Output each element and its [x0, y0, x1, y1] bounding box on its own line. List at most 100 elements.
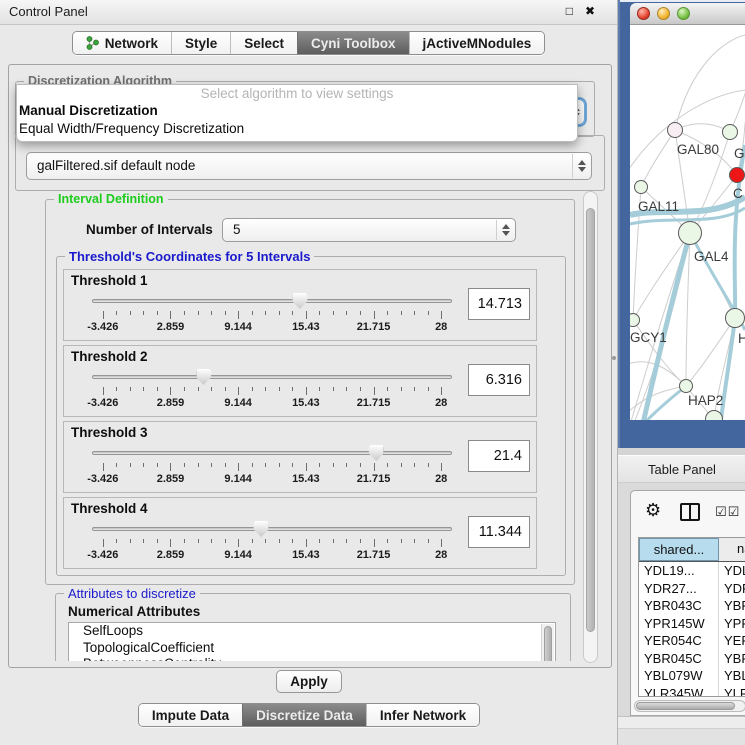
threshold-2-slider[interactable]: -3.4262.8599.14415.4321.71528 — [92, 368, 452, 414]
tab-style[interactable]: Style — [171, 32, 230, 54]
checkbox-icons[interactable]: ☑☑ — [715, 504, 740, 520]
slider-ticks — [92, 539, 452, 547]
table-row[interactable]: YPR145WYPR145W — [639, 615, 745, 633]
table-cell-shared-name[interactable]: YLR345W — [639, 685, 719, 698]
slider-tick — [414, 539, 415, 543]
float-window-icon[interactable]: □ — [566, 4, 573, 18]
tab-jactivemnodules[interactable]: jActiveMNodules — [409, 32, 545, 54]
number-of-intervals-spinner[interactable] — [496, 220, 514, 240]
attribute-list-item[interactable]: TopologicalCoefficient — [69, 640, 555, 657]
attributes-list-scrollbar[interactable] — [541, 624, 554, 661]
slider-tick — [333, 539, 334, 543]
threshold-slider-thumb[interactable] — [196, 369, 211, 385]
threshold-slider-thumb[interactable] — [292, 293, 307, 309]
table-data-combobox-spinner[interactable] — [572, 154, 590, 178]
table-row[interactable]: YBR043CYBR043C — [639, 597, 745, 615]
settings-vertical-scrollbar[interactable] — [583, 191, 598, 663]
table-cell-shared-name[interactable]: YBL079W — [639, 667, 719, 685]
table-row[interactable]: YER054CYER054C — [639, 632, 745, 650]
tab-infer-network[interactable]: Infer Network — [366, 704, 479, 726]
slider-track[interactable] — [92, 375, 452, 379]
table-row[interactable]: YBR045CYBR045C — [639, 650, 745, 668]
table-cell-name[interactable]: YBL079W — [719, 667, 745, 685]
number-of-intervals-combobox[interactable]: 5 — [222, 218, 516, 242]
table-hscrollbar-thumb[interactable] — [636, 702, 735, 710]
threshold-1-slider[interactable]: -3.4262.8599.14415.4321.71528 — [92, 292, 452, 338]
table-cell-shared-name[interactable]: YBR043C — [639, 597, 719, 615]
mac-close-button[interactable] — [637, 7, 650, 20]
slider-tick — [170, 463, 171, 471]
threshold-1-value-field[interactable]: 14.713 — [468, 288, 530, 320]
apply-button[interactable]: Apply — [276, 670, 342, 693]
threshold-slider-thumb[interactable] — [254, 521, 269, 537]
table-data-combobox[interactable]: galFiltered.sif default node — [26, 152, 592, 180]
threshold-slider-thumb[interactable] — [369, 445, 384, 461]
network-node[interactable] — [729, 167, 745, 183]
network-view-window[interactable]: GAL80GCGAL11GAL4GCY1HHAP2 — [618, 0, 745, 448]
slider-tick — [306, 311, 307, 319]
panel-splitter-grip[interactable] — [612, 356, 616, 360]
tab-select[interactable]: Select — [230, 32, 297, 54]
threshold-4-slider[interactable]: -3.4262.8599.14415.4321.71528 — [92, 520, 452, 566]
tab-impute-data[interactable]: Impute Data — [139, 704, 242, 726]
slider-tick-labels: -3.4262.8599.14415.4321.71528 — [92, 321, 452, 333]
numerical-attributes-list[interactable]: SelfLoopsTopologicalCoefficientBetweenne… — [68, 622, 556, 661]
column-header-shared-name[interactable]: shared... — [639, 538, 719, 561]
table-cell-name[interactable]: YER054C — [719, 632, 745, 650]
slider-tick — [252, 387, 253, 391]
slider-track[interactable] — [92, 299, 452, 303]
network-node[interactable] — [679, 379, 693, 393]
network-node[interactable] — [667, 122, 683, 138]
network-node[interactable] — [725, 308, 745, 328]
table-row[interactable]: YDL19...YDL19 — [639, 562, 745, 580]
column-header-name[interactable]: na — [719, 538, 745, 561]
network-window-titlebar[interactable] — [630, 3, 745, 25]
threshold-2-value-field[interactable]: 6.316 — [468, 364, 530, 396]
attribute-list-item[interactable]: SelfLoops — [69, 623, 555, 640]
slider-tick — [346, 539, 347, 543]
mac-minimize-button[interactable] — [657, 7, 670, 20]
network-node[interactable] — [678, 221, 702, 245]
table-horizontal-scrollbar[interactable] — [634, 700, 745, 712]
table-row[interactable]: YLR345WYLR345W — [639, 685, 745, 698]
algorithm-option-equal-width[interactable]: Equal Width/Frequency Discretization — [17, 120, 577, 138]
table-cell-shared-name[interactable]: YDR27... — [639, 580, 719, 598]
split-view-icon[interactable] — [680, 503, 700, 521]
table-panel-header: Table Panel — [618, 455, 745, 483]
table-cell-shared-name[interactable]: YER054C — [639, 632, 719, 650]
slider-tick — [225, 311, 226, 315]
table-cell-name[interactable]: YDR27 — [719, 580, 745, 598]
close-window-icon[interactable]: ✖ — [585, 4, 595, 18]
table-cell-name[interactable]: YDL19 — [719, 562, 745, 580]
algorithm-option-manual[interactable]: Manual Discretization — [17, 102, 577, 120]
slider-track[interactable] — [92, 451, 452, 455]
network-node[interactable] — [634, 180, 648, 194]
table-cell-name[interactable]: YBR043C — [719, 597, 745, 615]
table-cell-name[interactable]: YBR045C — [719, 650, 745, 668]
threshold-3-value-field[interactable]: 21.4 — [468, 440, 530, 472]
settings-scrollbar-thumb[interactable] — [586, 208, 595, 632]
tab-infer-network-label: Infer Network — [380, 708, 466, 723]
attribute-list-item[interactable]: BetweennessCentrality — [69, 656, 555, 661]
threshold-4-value-field[interactable]: 11.344 — [468, 516, 530, 548]
table-cell-name[interactable]: YPR145W — [719, 615, 745, 633]
tab-discretize-data[interactable]: Discretize Data — [242, 704, 366, 726]
network-node[interactable] — [722, 124, 738, 140]
table-cell-shared-name[interactable]: YPR145W — [639, 615, 719, 633]
threshold-3-slider[interactable]: -3.4262.8599.14415.4321.71528 — [92, 444, 452, 490]
slider-tick — [225, 539, 226, 543]
slider-tick — [428, 463, 429, 467]
table-row[interactable]: YDR27...YDR27 — [639, 580, 745, 598]
gear-icon[interactable]: ⚙ — [645, 500, 661, 521]
mac-zoom-button[interactable] — [677, 7, 690, 20]
table-row[interactable]: YBL079WYBL079W — [639, 667, 745, 685]
slider-tick — [292, 463, 293, 467]
table-cell-shared-name[interactable]: YDL19... — [639, 562, 719, 580]
tab-network[interactable]: Network — [73, 32, 171, 54]
network-canvas[interactable]: GAL80GCGAL11GAL4GCY1HHAP2 — [630, 25, 745, 420]
slider-track[interactable] — [92, 527, 452, 531]
table-cell-name[interactable]: YLR345W — [719, 685, 745, 698]
table-cell-shared-name[interactable]: YBR045C — [639, 650, 719, 668]
tab-cyni-toolbox[interactable]: Cyni Toolbox — [297, 32, 409, 54]
attributes-scrollbar-thumb[interactable] — [544, 626, 552, 661]
